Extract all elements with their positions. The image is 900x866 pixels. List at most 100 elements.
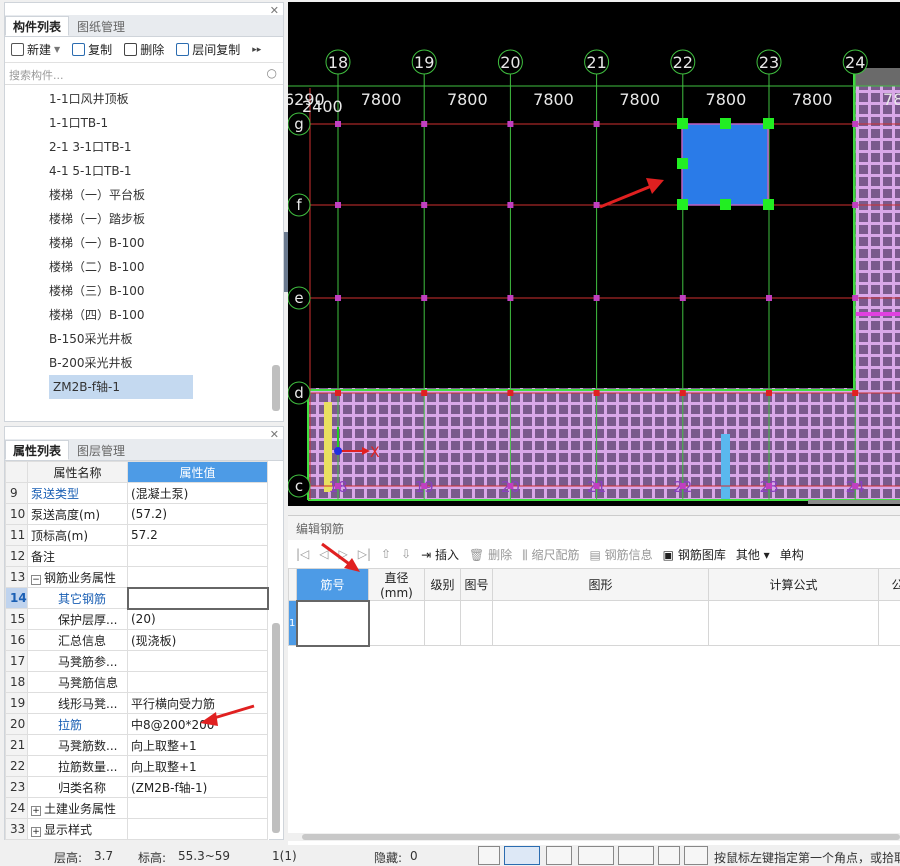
list-item[interactable]: 楼梯（一）B-100: [5, 231, 283, 255]
copy-button[interactable]: 复制: [72, 41, 112, 58]
list-item[interactable]: B-150采光井板: [5, 327, 283, 351]
cross-button[interactable]: [546, 846, 572, 865]
prop-value[interactable]: [127, 545, 268, 567]
selected-slab[interactable]: [681, 123, 769, 206]
table-row-selected[interactable]: 14 其它钢筋: [5, 586, 269, 610]
tab-component-list[interactable]: 构件列表: [5, 16, 70, 36]
cell-shape-no[interactable]: [460, 600, 493, 646]
prop-group[interactable]: + 土建业务属性: [27, 797, 128, 819]
cell-formula[interactable]: [708, 600, 879, 646]
insert-button[interactable]: ⇥ 插入: [421, 546, 459, 563]
cell-grade[interactable]: [424, 600, 461, 646]
prop-value[interactable]: [127, 650, 268, 672]
collapse-icon[interactable]: −: [31, 574, 41, 585]
list-item[interactable]: B-200采光井板: [5, 351, 283, 375]
search-icon[interactable]: ○: [267, 66, 277, 80]
scroll-thumb[interactable]: [272, 365, 280, 411]
table-row[interactable]: 16 汇总信息 (现浇板): [5, 629, 268, 651]
cell-rebar-no[interactable]: [295, 599, 370, 647]
chevron-down-icon[interactable]: ▼: [54, 45, 60, 54]
canvas-hscroll[interactable]: [808, 500, 900, 504]
close-icon[interactable]: ✕: [270, 4, 279, 17]
list-item[interactable]: 楼梯（一）平台板: [5, 183, 283, 207]
span-dimension: 7800: [533, 90, 574, 109]
close-icon[interactable]: ✕: [270, 428, 279, 441]
tab-drawing-manage[interactable]: 图纸管理: [69, 16, 133, 36]
component-scrollbar[interactable]: [272, 87, 280, 411]
other-button[interactable]: 其他 ▾: [736, 546, 770, 563]
floor-copy-button[interactable]: 层间复制: [176, 41, 240, 58]
prop-value-editing[interactable]: [126, 586, 269, 610]
cell-diameter[interactable]: [368, 600, 425, 646]
list-item[interactable]: 1-1口风井顶板: [5, 87, 283, 111]
corner-cell: [5, 461, 28, 483]
table-row[interactable]: 10 泵送高度(m) (57.2): [5, 503, 268, 525]
prop-value[interactable]: [127, 671, 268, 693]
rebar-info-button[interactable]: ▤ 钢筋信息: [589, 546, 652, 563]
prop-value[interactable]: (ZM2B-f轴-1): [127, 776, 268, 798]
expand-icon[interactable]: +: [31, 826, 41, 837]
cell-shape[interactable]: [492, 600, 709, 646]
prop-value[interactable]: (20): [127, 608, 268, 630]
table-row[interactable]: 22 拉筋数量... 向上取整+1: [5, 755, 268, 777]
table-row[interactable]: 13− 钢筋业务属性: [5, 566, 268, 588]
delete-button[interactable]: 删除: [124, 41, 164, 58]
cad-canvas[interactable]: 6290 2400 181878001919780020207800212178…: [288, 2, 900, 506]
prop-value[interactable]: 向上取整+1: [127, 755, 268, 777]
table-row[interactable]: 15 保护层厚... (20): [5, 608, 268, 630]
list-item[interactable]: 楼梯（二）B-100: [5, 255, 283, 279]
row-number: 10: [5, 503, 28, 525]
first-icon[interactable]: |◁: [296, 547, 309, 561]
list-item[interactable]: 楼梯（一）踏步板: [5, 207, 283, 231]
list-item[interactable]: 4-1 5-1口TB-1: [5, 159, 283, 183]
unit-button[interactable]: 单构: [780, 546, 804, 563]
component-list: 1-1口风井顶板 1-1口TB-1 2-1 3-1口TB-1 4-1 5-1口T…: [5, 85, 283, 399]
prop-group[interactable]: − 钢筋业务属性: [27, 566, 128, 588]
display-button[interactable]: [658, 846, 680, 865]
property-scrollbar[interactable]: [272, 483, 280, 833]
table-row[interactable]: 23 归类名称 (ZM2B-f轴-1): [5, 776, 268, 798]
prop-value[interactable]: 57.2: [127, 524, 268, 546]
table-row[interactable]: 1: [288, 599, 900, 647]
prop-value[interactable]: (现浇板): [127, 629, 268, 651]
scroll-thumb[interactable]: [272, 623, 280, 833]
table-row[interactable]: 18 马凳筋信息: [5, 671, 268, 693]
table-row[interactable]: 21 马凳筋数... 向上取整+1: [5, 734, 268, 756]
list-item[interactable]: 2-1 3-1口TB-1: [5, 135, 283, 159]
new-button[interactable]: 新建 ▼: [11, 41, 60, 58]
list-item-selected[interactable]: ZM2B-f轴-1: [49, 375, 193, 399]
table-row[interactable]: 9 泵送类型 (混凝土泵): [5, 482, 268, 504]
scroll-thumb[interactable]: [302, 834, 900, 840]
prop-value: [127, 566, 268, 588]
table-row[interactable]: 24 + 土建业务属性: [5, 797, 268, 819]
angle-button[interactable]: [578, 846, 614, 865]
list-item[interactable]: 1-1口TB-1: [5, 111, 283, 135]
tab-layer-manage[interactable]: 图层管理: [69, 440, 133, 460]
snap-button[interactable]: [618, 846, 654, 865]
list-item[interactable]: 楼梯（四）B-100: [5, 303, 283, 327]
more-arrow-icon[interactable]: ▸▸: [252, 45, 261, 55]
rebar-library-button[interactable]: ▣ 钢筋图库: [663, 546, 726, 563]
move-down-icon[interactable]: ⇩: [401, 547, 411, 561]
prop-value[interactable]: 向上取整+1: [127, 734, 268, 756]
select-mode-button[interactable]: [504, 846, 540, 865]
move-up-icon[interactable]: ⇧: [381, 547, 391, 561]
prop-value[interactable]: (混凝土泵): [127, 482, 268, 504]
prop-group[interactable]: + 显示样式: [27, 818, 128, 840]
rebar-grid: 筋号 直径(mm) 级别 图号 图形 计算公式 公式 1: [288, 568, 900, 647]
table-row[interactable]: 12 备注: [5, 545, 268, 567]
table-row[interactable]: 11 顶标高(m) 57.2: [5, 524, 268, 546]
table-row[interactable]: 33 + 显示样式: [5, 818, 268, 840]
search-input[interactable]: 搜索构件... ○: [5, 63, 283, 85]
prop-value[interactable]: (57.2): [127, 503, 268, 525]
polyline-button[interactable]: [684, 846, 708, 865]
ortho-button[interactable]: [478, 846, 500, 865]
list-item[interactable]: 楼梯（三）B-100: [5, 279, 283, 303]
tab-property-list[interactable]: 属性列表: [5, 440, 70, 460]
rebar-hscroll[interactable]: [288, 833, 900, 841]
delete-row-button[interactable]: 🗑 删除: [469, 546, 512, 563]
table-row[interactable]: 17 马凳筋参...: [5, 650, 268, 672]
expand-icon[interactable]: +: [31, 805, 41, 816]
cell-formula-desc[interactable]: [878, 600, 900, 646]
scale-rebar-button[interactable]: ⫼ 缩尺配筋: [522, 546, 579, 563]
